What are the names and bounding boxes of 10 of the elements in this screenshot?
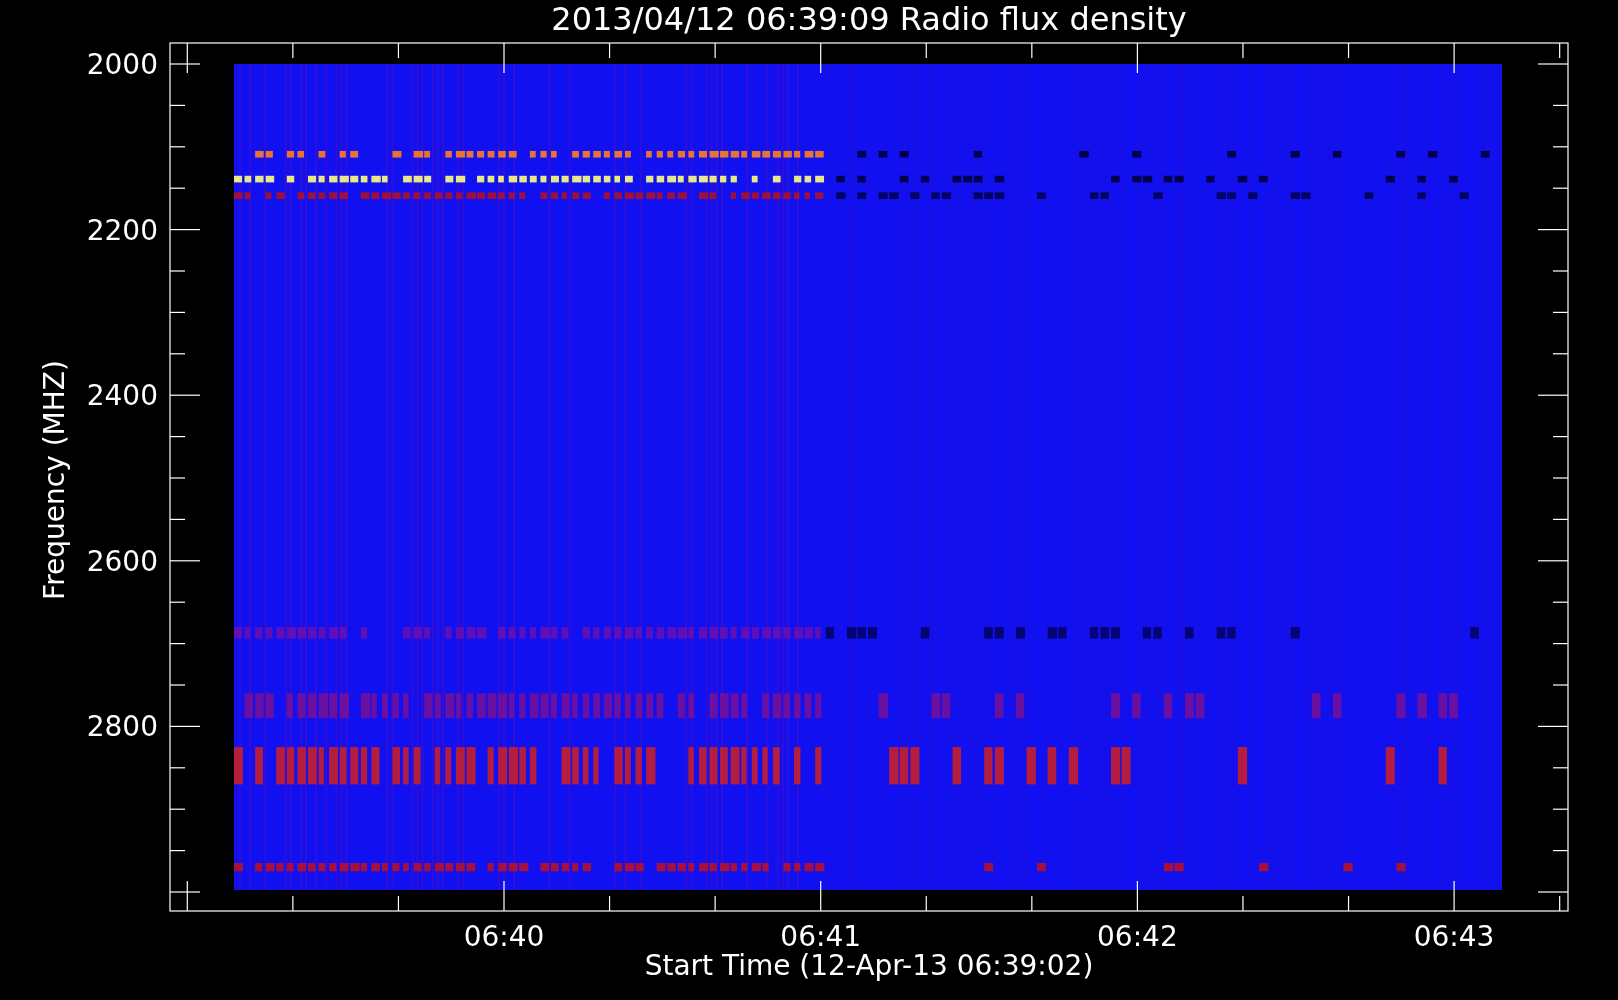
y-tick-label: 2200 <box>86 213 158 247</box>
x-tick-label: 06:42 <box>1097 920 1178 953</box>
y-tick-label: 2600 <box>86 544 158 578</box>
y-tick-label: 2000 <box>86 48 158 81</box>
x-tick-label: 06:40 <box>463 920 545 953</box>
x-tick-label: 06:43 <box>1413 920 1495 953</box>
y-tick-label: 2800 <box>86 710 158 744</box>
y-tick-label: 2400 <box>86 379 158 413</box>
chart-title: 2013/04/12 06:39:09 Radio flux density <box>551 0 1187 38</box>
y-axis-label: Frequency (MHZ) <box>38 360 71 600</box>
